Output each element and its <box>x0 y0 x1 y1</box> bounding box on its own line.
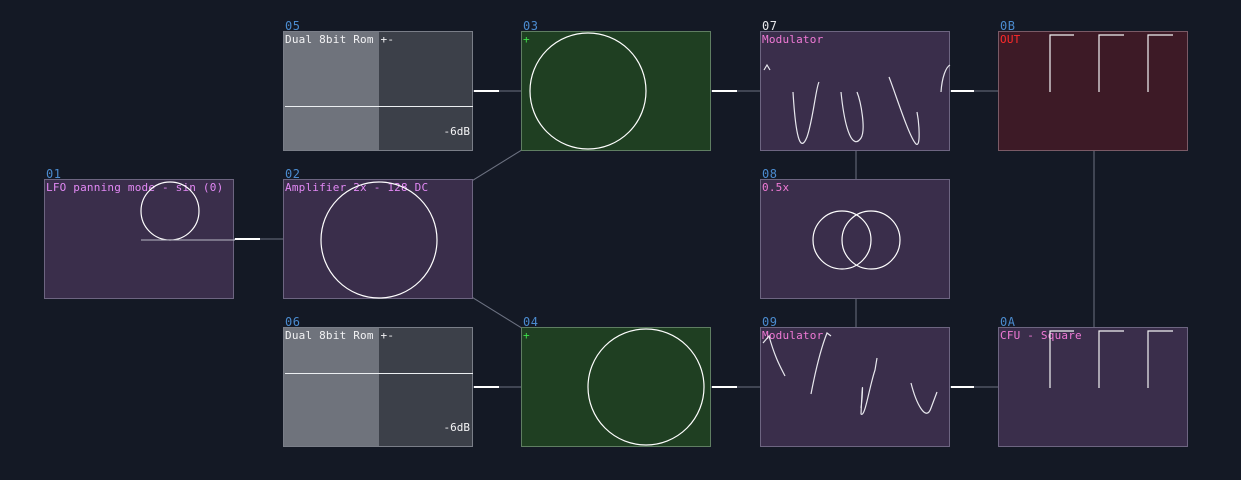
node-08-half-gain[interactable]: 0.5x <box>760 179 950 299</box>
node-07-modulator[interactable]: Modulator <box>760 31 951 151</box>
node-09-modulator[interactable]: Modulator <box>760 327 950 447</box>
half-gain-circles-visual <box>812 210 901 270</box>
node-06-label: Dual 8bit Rom +- <box>285 329 395 342</box>
node-01-lfo[interactable]: LFO panning mode - sin (0) <box>44 179 235 299</box>
node-05-level: -6dB <box>443 125 471 138</box>
node-05-label: Dual 8bit Rom +- <box>285 33 395 46</box>
node-06-dual-rom[interactable]: Dual 8bit Rom +- -6dB <box>283 327 473 447</box>
square-waveform <box>1049 330 1173 388</box>
add-circle-visual <box>587 328 705 446</box>
modulator-waveform <box>762 332 938 415</box>
node-03-add[interactable]: + <box>521 31 711 151</box>
amplifier-circle-visual <box>320 181 438 299</box>
node-0B-output[interactable]: OUT <box>998 31 1188 151</box>
output-square-waveform <box>1049 34 1173 92</box>
node-0A-cfu-square[interactable]: CFU - Square <box>998 327 1188 447</box>
lfo-circle-visual <box>140 181 235 241</box>
node-02-amplifier[interactable]: Amplifier 2x - 128 DC <box>283 179 473 299</box>
node-05-dual-rom[interactable]: Dual 8bit Rom +- -6dB <box>283 31 473 151</box>
node-04-add[interactable]: + <box>521 327 711 447</box>
add-circle-visual <box>529 32 647 150</box>
modulator-waveform <box>763 63 951 145</box>
node-06-level: -6dB <box>443 421 471 434</box>
